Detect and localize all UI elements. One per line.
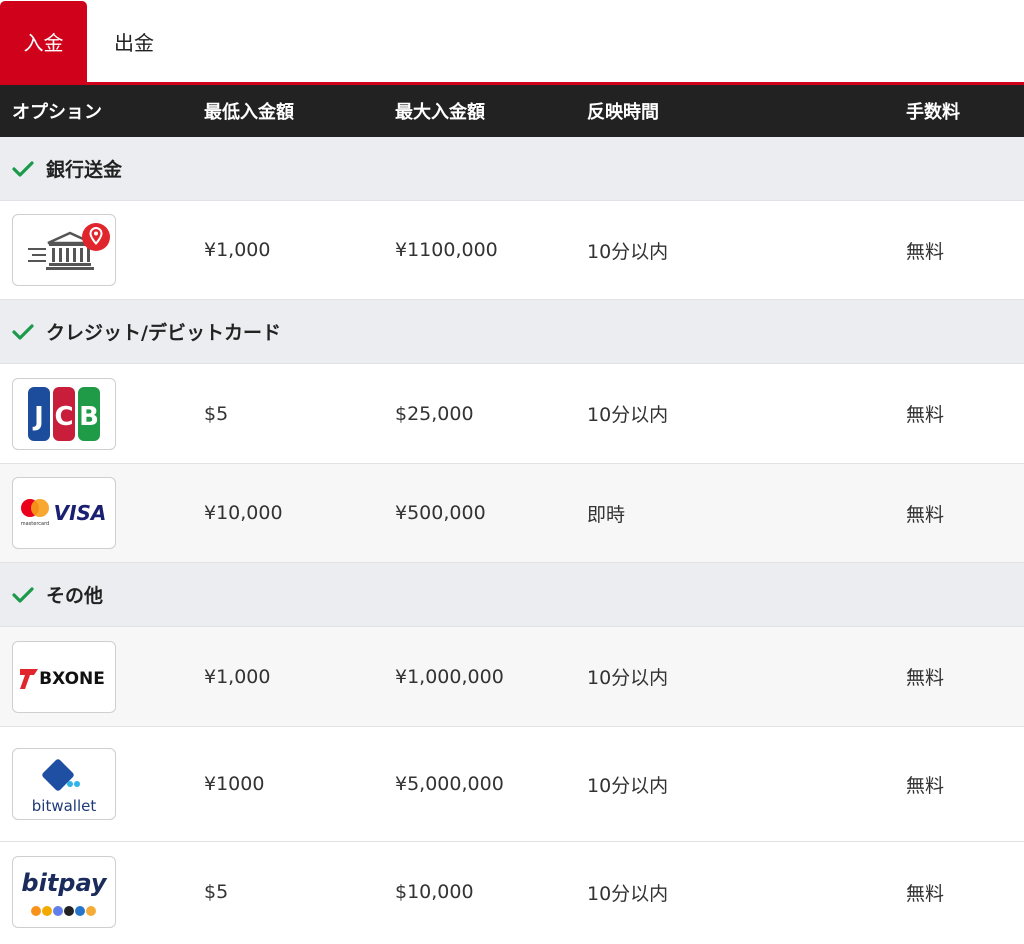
bitwallet-text: bitwallet (32, 797, 97, 815)
max-deposit: $25,000 (395, 402, 474, 425)
section-label: クレジット/デビットカード (46, 322, 281, 344)
table-row: BXONE ¥1,000 ¥1,000,000 10分以内 無料 (0, 627, 1024, 727)
section-label: 銀行送金 (46, 159, 123, 181)
jcb-logo: J C B (12, 377, 116, 450)
table-row: bitwallet ¥1000 ¥5,000,000 10分以内 無料 (0, 727, 1024, 842)
jcb-letter-b: B (79, 402, 99, 432)
fee: 無料 (906, 774, 945, 797)
check-icon (12, 160, 34, 177)
bitpay-mark: bitpay (21, 869, 108, 916)
tab-deposit[interactable]: 入金 (0, 1, 87, 82)
bank-transfer-icon (28, 223, 110, 270)
processing-time: 10分以内 (587, 404, 669, 426)
jcb-letter-j: J (32, 402, 44, 432)
processing-time: 10分以内 (587, 240, 669, 263)
bitwallet-logo: bitwallet (12, 748, 116, 820)
processing-time: 即時 (587, 503, 626, 526)
header-fee: 手数料 (906, 102, 960, 123)
mastercard-text: mastercard (21, 521, 49, 527)
max-deposit: ¥500,000 (395, 502, 486, 524)
deposit-withdraw-tabs: 入金 出金 (0, 0, 1024, 85)
fee: 無料 (906, 240, 945, 263)
check-icon (12, 586, 34, 603)
fee: 無料 (906, 882, 945, 905)
bxone-text: BXONE (39, 669, 105, 689)
header-max-deposit: 最大入金額 (395, 102, 485, 123)
table-row: mastercard VISA ¥10,000 ¥500,000 即時 無料 (0, 464, 1024, 563)
bxone-mark: BXONE (20, 668, 105, 689)
fee: 無料 (906, 667, 945, 689)
fee: 無料 (906, 404, 945, 426)
visa-text: VISA (54, 501, 107, 525)
bitpay-text: bitpay (21, 869, 108, 897)
max-deposit: $10,000 (395, 881, 474, 903)
bitpay-logo: bitpay (12, 856, 116, 928)
processing-time: 10分以内 (587, 882, 669, 905)
processing-time: 10分以内 (587, 667, 669, 689)
header-processing-time: 反映時間 (587, 102, 659, 123)
mastercard-visa-mark: mastercard VISA (21, 499, 107, 527)
table-header: オプション 最低入金額 最大入金額 反映時間 手数料 (0, 85, 1024, 137)
header-min-deposit: 最低入金額 (204, 102, 294, 123)
min-deposit: ¥1000 (204, 773, 265, 795)
table-row: J C B $5 $25,000 10分以内 無料 (0, 364, 1024, 464)
jcb-letter-c: C (54, 402, 73, 432)
table-row: bitpay $5 $10,000 10分以内 無料 (0, 842, 1024, 942)
processing-time: 10分以内 (587, 774, 669, 797)
fee: 無料 (906, 503, 945, 526)
header-option: オプション (12, 102, 102, 123)
tab-withdraw[interactable]: 出金 (87, 1, 181, 82)
min-deposit: ¥1,000 (204, 239, 271, 261)
section-bank-transfer: 銀行送金 (0, 137, 1024, 201)
max-deposit: ¥1,000,000 (395, 665, 504, 688)
section-credit-debit: クレジット/デビットカード (0, 300, 1024, 364)
bxone-logo: BXONE (12, 640, 116, 713)
max-deposit: ¥1100,000 (395, 239, 498, 261)
min-deposit: ¥1,000 (204, 665, 271, 688)
min-deposit: ¥10,000 (204, 502, 283, 524)
bitwallet-mark: bitwallet (32, 759, 97, 815)
min-deposit: $5 (204, 402, 229, 425)
jcb-logo-mark: J C B (28, 386, 100, 441)
section-other: その他 (0, 563, 1024, 627)
table-row: ¥1,000 ¥1100,000 10分以内 無料 (0, 201, 1024, 300)
mastercard-visa-logo: mastercard VISA (12, 477, 116, 549)
max-deposit: ¥5,000,000 (395, 773, 504, 795)
min-deposit: $5 (204, 881, 229, 903)
check-icon (12, 323, 34, 340)
section-label: その他 (46, 585, 104, 607)
bank-transfer-logo (12, 214, 116, 286)
